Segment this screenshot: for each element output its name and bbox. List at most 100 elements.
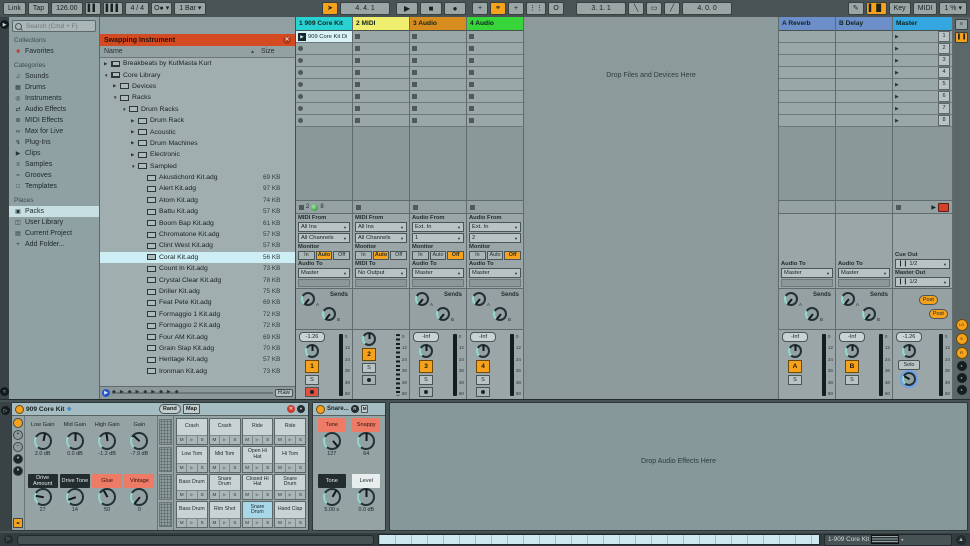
clip-stop-icon[interactable] — [412, 34, 417, 39]
macro-knob[interactable] — [98, 488, 116, 506]
input-type-chooser[interactable]: All Ins▼ — [298, 222, 350, 232]
return-track-header[interactable]: B Delay — [836, 17, 892, 31]
solo-button[interactable]: S — [476, 375, 490, 385]
pan-knob[interactable] — [362, 332, 376, 346]
file-row[interactable]: Clint West Kit.adg57 KB — [100, 240, 295, 251]
clip-stop-icon[interactable] — [412, 106, 417, 111]
clip-play-icon[interactable]: ▶ — [298, 33, 306, 41]
name-column-header[interactable]: Name — [104, 48, 250, 55]
file-row[interactable]: Coral Kit.adg56 KB — [100, 252, 295, 263]
solo-button[interactable]: S — [845, 375, 859, 385]
file-row[interactable]: Formaggio 1 Kit.adg72 KB — [100, 309, 295, 320]
clip-slot[interactable] — [467, 115, 523, 127]
pad-mute-button[interactable]: M — [177, 464, 187, 472]
io-view-toggle[interactable]: ● — [13, 454, 23, 464]
pan-knob[interactable] — [902, 344, 916, 358]
computer-midi-keyboard-button[interactable]: ▌▐▌ — [866, 2, 887, 15]
track-header[interactable]: 2 MIDI — [353, 17, 409, 31]
clip-slot[interactable] — [353, 91, 409, 103]
return-activator[interactable]: B — [845, 360, 859, 373]
session-record-button[interactable]: ⚭ — [490, 2, 506, 15]
show-hide-detail-icon[interactable]: ▲ — [956, 535, 966, 545]
clip-stop-icon[interactable] — [469, 118, 474, 123]
clip-slot[interactable] — [353, 55, 409, 67]
clip-stop-icon[interactable] — [355, 82, 360, 87]
key-map-button[interactable]: Key — [889, 2, 911, 15]
file-row[interactable]: Crystal Clear Kit.adg78 KB — [100, 274, 295, 285]
pad-mute-button[interactable]: M — [275, 464, 285, 472]
pad-mute-button[interactable]: M — [177, 491, 187, 499]
volume-field[interactable]: -1.26 — [896, 332, 922, 342]
pad-mute-button[interactable]: M — [275, 491, 285, 499]
arrangement-position-field[interactable]: 4. 4. 1 — [340, 2, 390, 15]
rack-fold-icon[interactable]: ◂▸ — [13, 518, 23, 528]
sidebar-item-sounds[interactable]: ♫Sounds — [9, 71, 99, 82]
param-knob[interactable] — [357, 432, 375, 450]
scene-slot[interactable]: ▶4 — [893, 67, 952, 79]
loop-length-field[interactable]: 4. 0. 0 — [682, 2, 732, 15]
drum-pad-bass-drum[interactable]: Bass DrumM▶S — [176, 501, 208, 528]
play-button[interactable]: ▶ — [396, 2, 418, 15]
file-row[interactable]: Driller Kit.adg75 KB — [100, 286, 295, 297]
macro-knob[interactable] — [130, 488, 148, 506]
macro-knob[interactable] — [34, 488, 52, 506]
pad-view-toggle[interactable]: ● — [13, 466, 23, 476]
macro-knob[interactable] — [98, 432, 116, 450]
pad-solo-button[interactable]: S — [198, 436, 207, 444]
midi-keyboard-strip[interactable] — [378, 534, 820, 545]
clip-slot[interactable] — [353, 43, 409, 55]
file-row[interactable]: Count In Kit.adg73 KB — [100, 263, 295, 274]
file-row[interactable]: Formaggio 2 Kit.adg72 KB — [100, 320, 295, 331]
clip-stop-button[interactable] — [299, 205, 304, 210]
pad-mute-button[interactable]: M — [275, 519, 285, 527]
folder-row[interactable]: ▶Breakbeats by KutMasta Kurt — [100, 58, 295, 69]
folder-row[interactable]: ▶Acoustic — [100, 126, 295, 137]
draw-mode-button[interactable]: ✎ — [848, 2, 864, 15]
clip-slot[interactable] — [410, 79, 466, 91]
input-type-chooser[interactable]: Ext. In▼ — [469, 222, 521, 232]
monitor-in[interactable]: In — [469, 251, 486, 260]
file-row[interactable]: Four AM Kit.adg69 KB — [100, 331, 295, 342]
pad-play-icon[interactable]: ▶ — [286, 519, 296, 527]
scene-slot[interactable]: ▶3 — [893, 55, 952, 67]
pad-mute-button[interactable]: M — [210, 491, 220, 499]
clip-stop-icon[interactable] — [412, 94, 417, 99]
post-toggle[interactable]: Post — [929, 309, 948, 319]
pad-play-icon[interactable]: ▶ — [253, 464, 263, 472]
drum-pad-bass-drum[interactable]: Bass DrumM▶S — [176, 474, 208, 501]
drum-pad-crash[interactable]: CrashM▶S — [209, 418, 241, 445]
macro-view-toggle[interactable] — [13, 418, 23, 428]
param-knob[interactable] — [323, 488, 341, 506]
clip-slot[interactable] — [296, 79, 352, 91]
pad-mute-button[interactable]: M — [275, 436, 285, 444]
send-a-knob[interactable]: A — [841, 292, 855, 306]
clip-stop-icon[interactable] — [469, 82, 474, 87]
folder-row[interactable]: ▼Sampled — [100, 161, 295, 172]
sidebar-item-midi-effects[interactable]: ≣MIDI Effects — [9, 115, 99, 126]
clip-slot[interactable] — [467, 31, 523, 43]
track-activator[interactable]: 4 — [476, 360, 490, 373]
sidebar-item-clips[interactable]: ▶Clips — [9, 148, 99, 159]
clip-slot[interactable] — [467, 55, 523, 67]
clip[interactable]: ▶909 Core Kit Di — [296, 31, 352, 43]
input-channel-chooser[interactable]: All Channels▼ — [355, 233, 407, 243]
r-icon[interactable]: R — [351, 405, 359, 413]
clip-stop-icon[interactable] — [412, 82, 417, 87]
send-b-knob[interactable]: B — [436, 307, 450, 321]
pad-mute-button[interactable]: M — [243, 464, 253, 472]
monitor-auto[interactable]: Auto — [316, 251, 333, 260]
clip-stop-button[interactable] — [413, 205, 418, 210]
pad-play-icon[interactable]: ▶ — [220, 436, 230, 444]
clip-slot[interactable] — [410, 91, 466, 103]
clip-slot[interactable] — [296, 103, 352, 115]
clip-slot[interactable] — [296, 67, 352, 79]
sidebar-item-instruments[interactable]: ◎Instruments — [9, 93, 99, 104]
clip-slot[interactable] — [467, 67, 523, 79]
folder-row[interactable]: ▶Drum Rack — [100, 115, 295, 126]
send-b-knob[interactable]: B — [805, 307, 819, 321]
sidebar-item-current-project[interactable]: ▤Current Project — [9, 228, 99, 239]
clip-slot[interactable] — [410, 115, 466, 127]
pad-bank-3[interactable] — [159, 474, 172, 500]
chain-add-icon[interactable]: + — [13, 430, 23, 440]
arm-button[interactable] — [305, 387, 319, 397]
